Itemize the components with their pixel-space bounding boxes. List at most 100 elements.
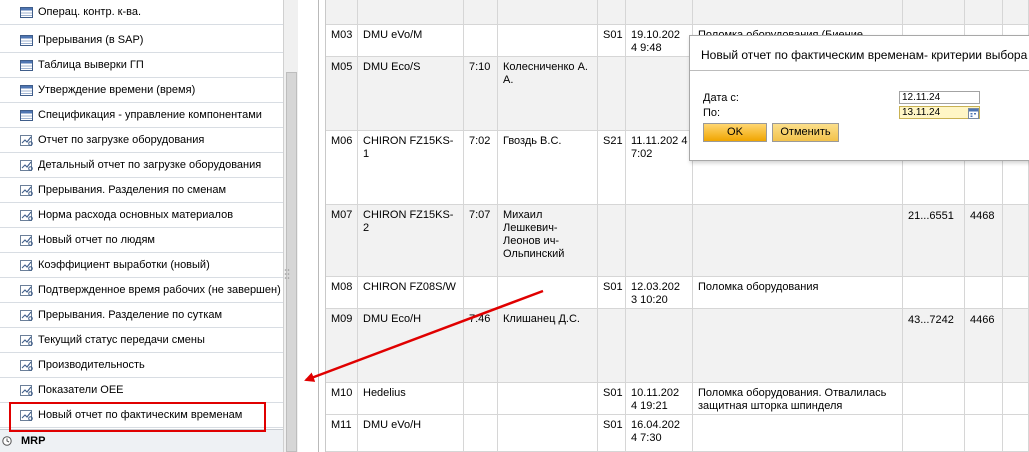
cell-code (598, 0, 626, 25)
sidebar-item-label: Производительность (38, 359, 145, 371)
panel-splitter[interactable] (284, 0, 306, 452)
cell-time (464, 383, 498, 415)
sidebar-item-label: Текущий статус передачи смены (38, 334, 205, 346)
table-icon (20, 84, 33, 96)
sidebar-item[interactable]: Показатели OEE (0, 378, 283, 403)
table-row[interactable]: M07 CHIRON FZ15KS-2 7:07 Михаил Лешкевич-Ле… (326, 205, 1029, 277)
table-icon (20, 59, 33, 71)
cell-qty: 4466 (965, 309, 1003, 383)
sidebar-item[interactable]: Прерывания. Разделения по сменам (0, 178, 283, 203)
sidebar-item-label: Коэффициент выработки (новый) (38, 259, 210, 271)
calendar-icon[interactable] (968, 108, 979, 119)
cell-machine: CHIRON FZ15KS-2 (358, 205, 464, 277)
cell-person (498, 415, 598, 452)
sidebar-scrollbar-thumb[interactable] (286, 72, 297, 452)
cell-extra (1003, 205, 1029, 277)
sidebar-item[interactable]: Утверждение времени (время) (0, 78, 283, 103)
cell-person (498, 25, 598, 57)
cell-machine: CHIRON FZ15KS-1 (358, 131, 464, 205)
cell-extra (1003, 0, 1029, 25)
table-row[interactable]: M10 Hedelius S01 10.11.202 4 19:21 Поломка о… (326, 383, 1029, 415)
sidebar-item[interactable]: Отчет по загрузке оборудования (0, 128, 283, 153)
selection-criteria-dialog: Новый отчет по фактическим временам- кри… (689, 35, 1029, 161)
cell-person: Клишанец Д.С. (498, 309, 598, 383)
cell-time: 7:46 (464, 309, 498, 383)
table-row[interactable]: M09 DMU Eco/H 7:46 Клишанец Д.С. 43...7242 44… (326, 309, 1029, 383)
sidebar-item[interactable]: Производительность (0, 353, 283, 378)
sidebar-item[interactable]: Подтвержденное время рабочих (не заверше… (0, 278, 283, 303)
highlight-annotation (9, 402, 266, 432)
sidebar-item[interactable]: Прерывания (в SAP) (0, 28, 283, 53)
sidebar-item[interactable]: Коэффициент выработки (новый) (0, 253, 283, 278)
sidebar-item-label: Таблица выверки ГП (38, 59, 144, 71)
ok-button[interactable]: OK (703, 123, 767, 142)
sidebar-item[interactable]: Операц. контр. к-ва. (0, 0, 283, 25)
cell-station: M06 (326, 131, 358, 205)
cell-date: 16.04.202 4 7:30 (626, 415, 693, 452)
cell-order (903, 383, 965, 415)
cell-time (464, 415, 498, 452)
cell-time: 7:07 (464, 205, 498, 277)
cell-person: Колесниченко А. А. (498, 57, 598, 131)
cell-station: M05 (326, 57, 358, 131)
cell-code: S01 (598, 25, 626, 57)
sidebar-item-label: Детальный отчет по загрузке оборудования (38, 159, 262, 171)
cell-qty: 4468 (965, 205, 1003, 277)
cell-code: S21 (598, 131, 626, 205)
table-icon (20, 6, 33, 18)
cell-person (498, 277, 598, 309)
cell-date (626, 0, 693, 25)
cell-extra (1003, 277, 1029, 309)
sidebar-item[interactable]: Норма расхода основных материалов (0, 203, 283, 228)
divider (318, 0, 319, 452)
sidebar-item[interactable]: Новый отчет по людям (0, 228, 283, 253)
cell-code (598, 57, 626, 131)
cell-order: 43...7242 (903, 309, 965, 383)
cell-station: M10 (326, 383, 358, 415)
sidebar-item[interactable]: Спецификация - управление компонентами (0, 103, 283, 128)
sidebar-item[interactable]: Детальный отчет по загрузке оборудования (0, 153, 283, 178)
cell-date (626, 57, 693, 131)
table-row[interactable]: M08 CHIRON FZ08S/W S01 12.03.202 3 10:20 Пол… (326, 277, 1029, 309)
cell-time (464, 277, 498, 309)
cancel-button[interactable]: Отменить (772, 123, 839, 142)
cell-time (464, 0, 498, 25)
dialog-title: Новый отчет по фактическим временам- кри… (701, 48, 1028, 62)
sidebar-item[interactable]: Таблица выверки ГП (0, 53, 283, 78)
report-icon (20, 209, 33, 221)
table-icon (20, 34, 33, 46)
cell-extra (1003, 309, 1029, 383)
table-row[interactable]: M11 DMU eVo/H S01 16.04.202 4 7:30 (326, 415, 1029, 452)
cell-qty (965, 277, 1003, 309)
sidebar-section-label: MRP (21, 435, 46, 447)
sidebar-item[interactable]: Прерывания. Разделение по суткам (0, 303, 283, 328)
clock-icon (2, 436, 12, 446)
sidebar-item-label: Прерывания. Разделение по суткам (38, 309, 223, 321)
sidebar-item-label: Прерывания (в SAP) (38, 34, 144, 46)
cell-station: M09 (326, 309, 358, 383)
cell-code: S01 (598, 383, 626, 415)
cell-reason (693, 205, 903, 277)
cell-date: 19.10.202 4 9:48 (626, 25, 693, 57)
cell-date (626, 205, 693, 277)
cell-reason (693, 309, 903, 383)
cell-order (903, 277, 965, 309)
cell-date: 12.03.202 3 10:20 (626, 277, 693, 309)
report-icon (20, 309, 33, 321)
cell-machine: DMU Eco/H (358, 309, 464, 383)
cell-machine: DMU eVo/M (358, 25, 464, 57)
cell-machine: CHIRON FZ08S/W (358, 277, 464, 309)
cell-reason (693, 0, 903, 25)
date-from-field[interactable]: 12.11.24 (899, 91, 980, 104)
cell-person (498, 383, 598, 415)
table-row[interactable] (326, 0, 1029, 25)
cell-machine: DMU eVo/H (358, 415, 464, 452)
sidebar-item[interactable]: Текущий статус передачи смены (0, 328, 283, 353)
sidebar-scrollbar[interactable] (283, 0, 298, 452)
report-icon (20, 334, 33, 346)
cell-reason: Поломка оборудования (693, 277, 903, 309)
sidebar-section-mrp[interactable]: MRP (0, 429, 283, 452)
sidebar-item-label: Спецификация - управление компонентами (38, 109, 262, 121)
cell-qty (965, 383, 1003, 415)
cell-station: M11 (326, 415, 358, 452)
